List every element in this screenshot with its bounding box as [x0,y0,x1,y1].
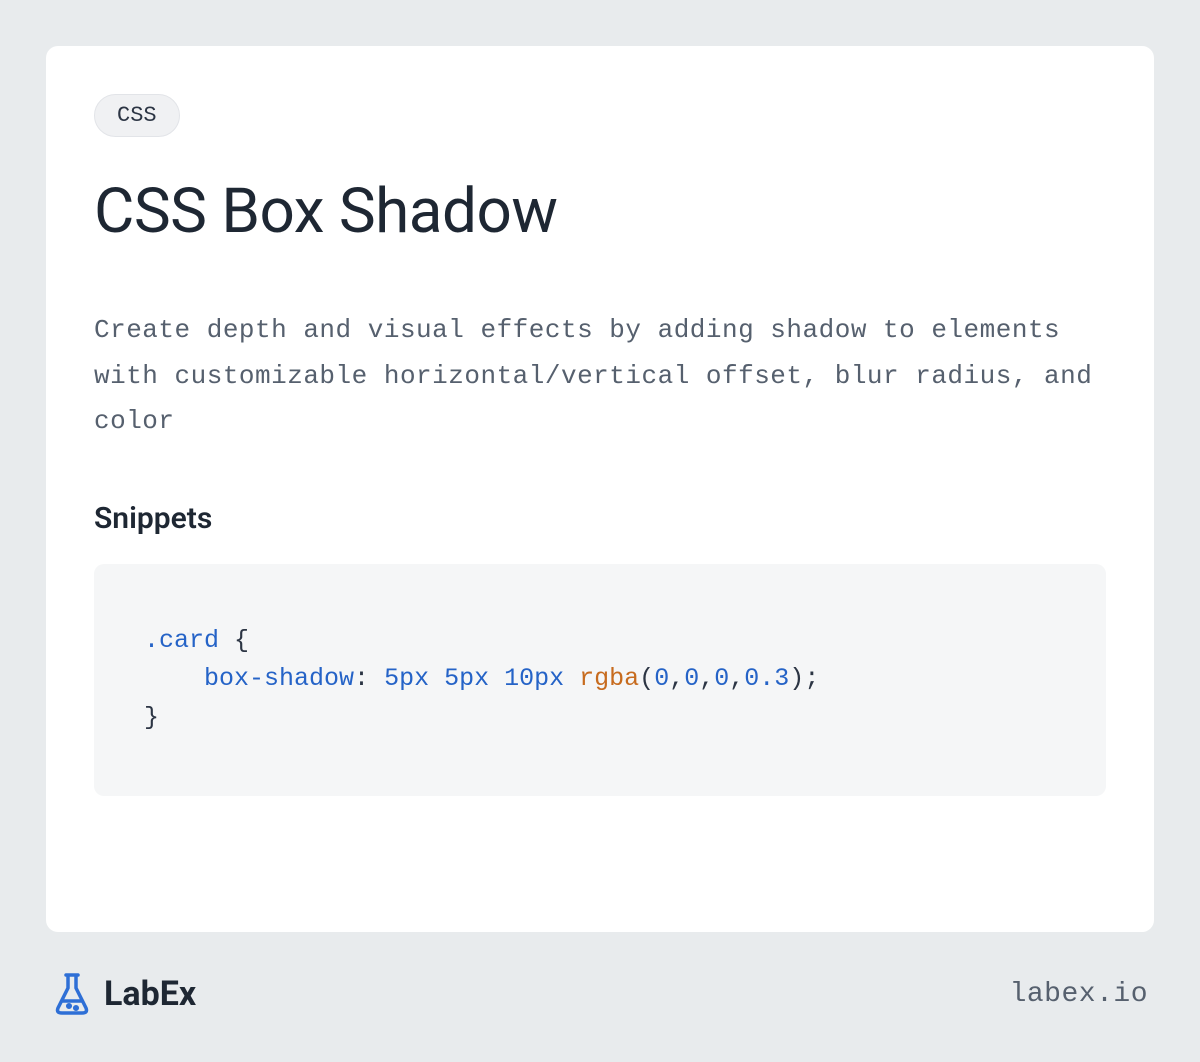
brand: LabEx [52,972,196,1016]
code-brace-open: { [219,626,249,655]
code-n0c: 0 [714,664,729,693]
footer: LabEx labex.io [46,972,1154,1016]
page-title: CSS Box Shadow [94,175,1106,248]
code-val2: 5px [444,664,489,693]
content-card: CSS CSS Box Shadow Create depth and visu… [46,46,1154,932]
code-val3: 10px [504,664,564,693]
code-colon: : [354,664,384,693]
brand-domain: labex.io [1010,979,1148,1010]
code-val1: 5px [384,664,429,693]
code-comma2: , [699,664,714,693]
brand-name: LabEx [104,974,196,1014]
code-n0a: 0 [654,664,669,693]
code-paren-close: ) [789,664,804,693]
code-snippet: .card { box-shadow: 5px 5px 10px rgba(0,… [94,564,1106,796]
code-comma1: , [669,664,684,693]
language-tag: CSS [94,94,180,137]
code-paren-open: ( [639,664,654,693]
code-comma3: , [729,664,744,693]
code-sp1 [429,664,444,693]
code-indent [144,664,204,693]
code-n0b: 0 [684,664,699,693]
snippets-heading: Snippets [94,501,1106,536]
flask-icon [52,972,92,1016]
code-brace-close: } [144,703,159,732]
code-sp3 [564,664,579,693]
code-property: box-shadow [204,664,354,693]
code-selector: .card [144,626,219,655]
code-alpha: 0.3 [744,664,789,693]
code-func: rgba [579,664,639,693]
description-text: Create depth and visual effects by addin… [94,308,1106,445]
code-semi: ; [804,664,819,693]
code-sp2 [489,664,504,693]
